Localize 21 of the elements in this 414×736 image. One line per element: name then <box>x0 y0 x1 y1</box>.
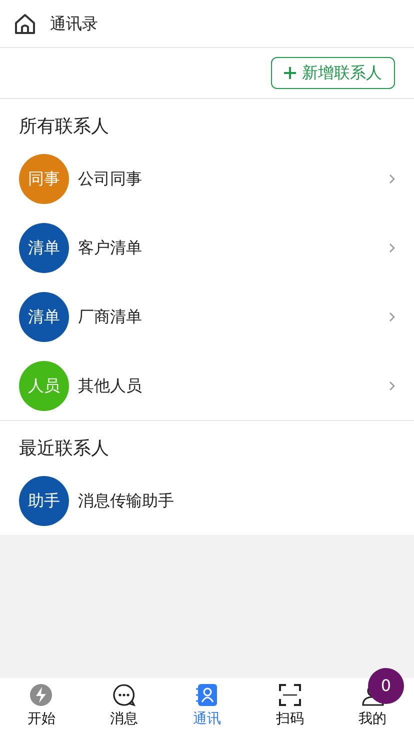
section-title: 最近联系人 <box>18 437 110 461</box>
avatar: 同事 <box>19 154 69 204</box>
section-title: 所有联系人 <box>18 115 110 139</box>
avatar: 清单 <box>19 222 69 272</box>
contact-name: 消息传输助手 <box>78 490 175 512</box>
contact-book-icon <box>196 683 218 707</box>
contact-name: 公司同事 <box>78 168 143 190</box>
chat-icon <box>112 683 136 707</box>
page-title: 通讯录 <box>50 12 98 34</box>
contact-name: 客户清单 <box>78 236 143 258</box>
contact-name: 其他人员 <box>78 374 143 396</box>
count-badge: 0 <box>368 668 404 704</box>
scan-icon <box>278 683 302 707</box>
add-contact-button[interactable]: 新增联系人 <box>271 57 395 89</box>
contact-name: 厂商清单 <box>78 306 143 328</box>
avatar: 助手 <box>19 476 69 526</box>
logo-icon <box>29 683 54 707</box>
home-icon[interactable] <box>14 12 36 34</box>
avatar: 人员 <box>19 360 69 410</box>
plus-icon <box>284 67 296 79</box>
avatar: 清单 <box>19 292 69 342</box>
